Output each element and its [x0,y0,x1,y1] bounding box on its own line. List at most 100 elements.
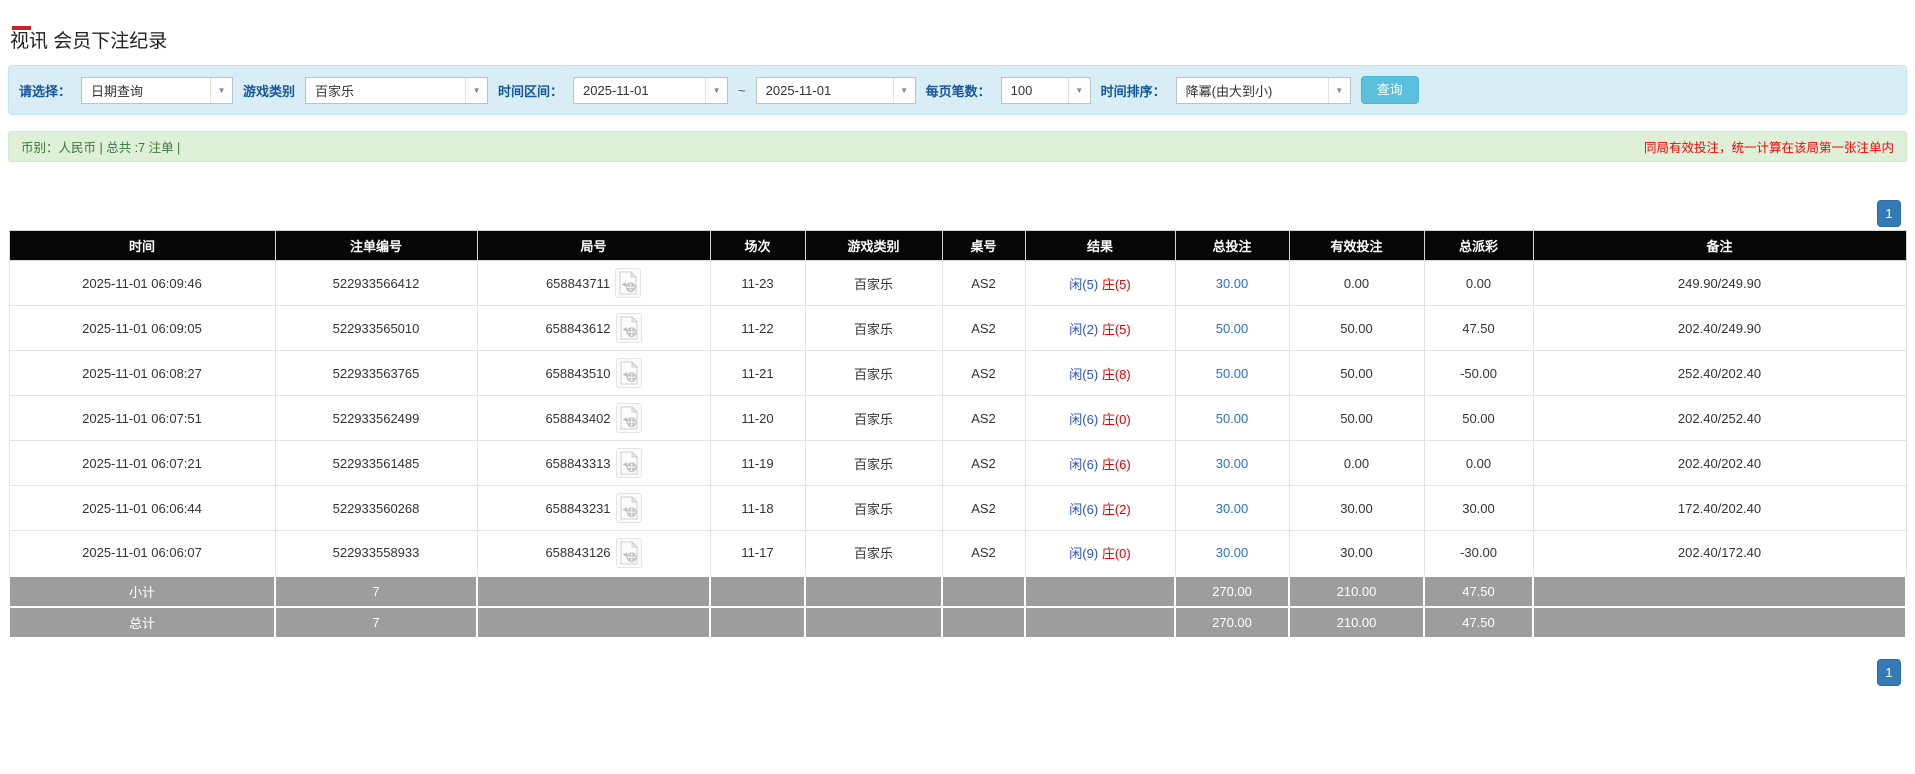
cell-note: 172.40/202.40 [1532,485,1907,531]
game-category-value: 百家乐 [315,83,355,99]
cell-total-bet: 30.00 [1174,260,1290,306]
result-banker-text: 庄(6) [1101,456,1131,472]
cell-note: 202.40/202.40 [1532,440,1907,486]
total-bet-link[interactable]: 50.00 [1216,411,1249,426]
time-sort-label: 时间排序： [1100,83,1166,99]
chevron-down-icon[interactable]: ▼ [210,77,233,103]
subtotal-valid-bet: 210.00 [1288,574,1425,608]
cell-result: 闲(5) 庄(5) [1024,260,1176,306]
chevron-down-icon[interactable]: ▼ [1327,77,1350,103]
subtotal-count: 7 [274,574,478,608]
cell-time: 2025-11-01 06:06:07 [8,530,276,576]
round-id-text: 658843510 [545,365,611,381]
video-replay-button[interactable] [615,448,642,478]
subtotal-total-bet: 270.00 [1174,574,1290,608]
chevron-down-icon[interactable]: ▼ [465,77,488,103]
grand-total-row: 总计 7 270.00 210.00 47.50 [8,605,1907,639]
cell-total-bet: 50.00 [1174,395,1290,441]
cell-valid-bet: 50.00 [1288,350,1425,396]
cell-bet-id: 522933561485 [274,440,478,486]
total-bet-link[interactable]: 30.00 [1216,456,1249,471]
cell-result: 闲(6) 庄(6) [1024,440,1176,486]
grand-total-payout: 47.50 [1423,605,1534,639]
top-red-marker [12,26,31,30]
chevron-down-icon[interactable]: ▼ [1067,77,1090,103]
page-1-button[interactable]: 1 [1877,658,1901,686]
total-bet-link[interactable]: 30.00 [1216,501,1249,516]
date-to-picker[interactable]: 2025-11-01 ▼ [755,76,916,104]
cell-session: 11-18 [709,485,806,531]
video-file-icon [619,271,638,295]
total-bet-link[interactable]: 50.00 [1216,321,1249,336]
cell-time: 2025-11-01 06:09:46 [8,260,276,306]
video-replay-button[interactable] [615,493,642,523]
cell-valid-bet: 50.00 [1288,395,1425,441]
cell-round-id: 658843612 [476,305,711,351]
cell-session: 11-21 [709,350,806,396]
column-header-result: 结果 [1024,230,1176,261]
video-file-icon [620,406,638,430]
result-banker-text: 庄(5) [1101,321,1131,337]
cell-total-bet: 30.00 [1174,485,1290,531]
cell-note: 249.90/249.90 [1532,260,1907,306]
cell-bet-id: 522933560268 [274,485,478,531]
subtotal-payout: 47.50 [1423,574,1534,608]
cell-table-no: AS2 [941,260,1026,306]
cell-payout: -30.00 [1423,530,1534,576]
total-bet-link[interactable]: 30.00 [1216,276,1249,291]
result-banker-text: 庄(2) [1101,501,1131,517]
total-bet-link[interactable]: 50.00 [1216,366,1249,381]
time-sort-select[interactable]: 降冪(由大到小) ▼ [1175,76,1351,104]
column-header-table-no: 桌号 [941,230,1026,261]
cell-total-bet: 50.00 [1174,350,1290,396]
date-from-picker[interactable]: 2025-11-01 ▼ [573,76,729,104]
video-replay-button[interactable] [615,537,642,568]
cell-table-no: AS2 [941,350,1026,396]
page-title: 视讯 会员下注纪录 [10,31,168,52]
round-id-text: 658843402 [545,410,611,426]
table-row: 2025-11-01 06:09:05 522933565010 6588436… [8,305,1907,351]
video-replay-button[interactable] [615,403,642,433]
result-player-text: 闲(6) [1069,411,1099,427]
column-header-session: 场次 [709,230,806,261]
per-page-select[interactable]: 100 ▼ [1000,76,1091,104]
cell-table-no: AS2 [941,530,1026,576]
search-button[interactable]: 查询 [1360,76,1419,104]
cell-game: 百家乐 [804,395,943,441]
result-player-text: 闲(6) [1069,501,1099,517]
cell-game: 百家乐 [804,260,943,306]
page-1-button[interactable]: 1 [1877,200,1901,227]
pagination-bottom: 1 [0,658,1901,686]
query-type-value: 日期查询 [91,83,144,99]
summary-bar: 币别：人民币 | 总共 :7 注单 | 同局有效投注，统一计算在该局第一张注单内 [8,131,1907,162]
cell-round-id: 658843231 [476,485,711,531]
table-row: 2025-11-01 06:06:44 522933560268 6588432… [8,485,1907,531]
date-range-tilde: ~ [738,82,746,98]
grand-total-label: 总计 [8,605,276,639]
game-category-select[interactable]: 百家乐 ▼ [305,76,489,104]
cell-round-id: 658843510 [476,350,711,396]
result-banker-text: 庄(0) [1101,546,1131,562]
video-replay-button[interactable] [615,268,642,298]
time-range-label: 时间区间： [498,83,564,99]
total-bet-link[interactable]: 30.00 [1216,545,1249,560]
table-row: 2025-11-01 06:07:21 522933561485 6588433… [8,440,1907,486]
cell-table-no: AS2 [941,440,1026,486]
chevron-down-icon[interactable]: ▼ [892,77,915,103]
video-replay-button[interactable] [615,358,642,388]
chevron-down-icon[interactable]: ▼ [705,77,728,103]
column-header-time: 时间 [8,230,276,261]
query-type-select[interactable]: 日期查询 ▼ [81,76,234,104]
video-replay-button[interactable] [615,313,642,343]
cell-valid-bet: 0.00 [1288,440,1425,486]
cell-note: 202.40/252.40 [1532,395,1907,441]
round-id-text: 658843612 [545,320,611,336]
video-file-icon [620,316,638,340]
cell-round-id: 658843711 [476,260,711,306]
cell-valid-bet: 30.00 [1288,485,1425,531]
cell-round-id: 658843126 [476,530,711,576]
result-banker-text: 庄(8) [1101,366,1131,382]
cell-payout: 47.50 [1423,305,1534,351]
result-player-text: 闲(5) [1069,276,1099,292]
grand-total-valid-bet: 210.00 [1288,605,1425,639]
